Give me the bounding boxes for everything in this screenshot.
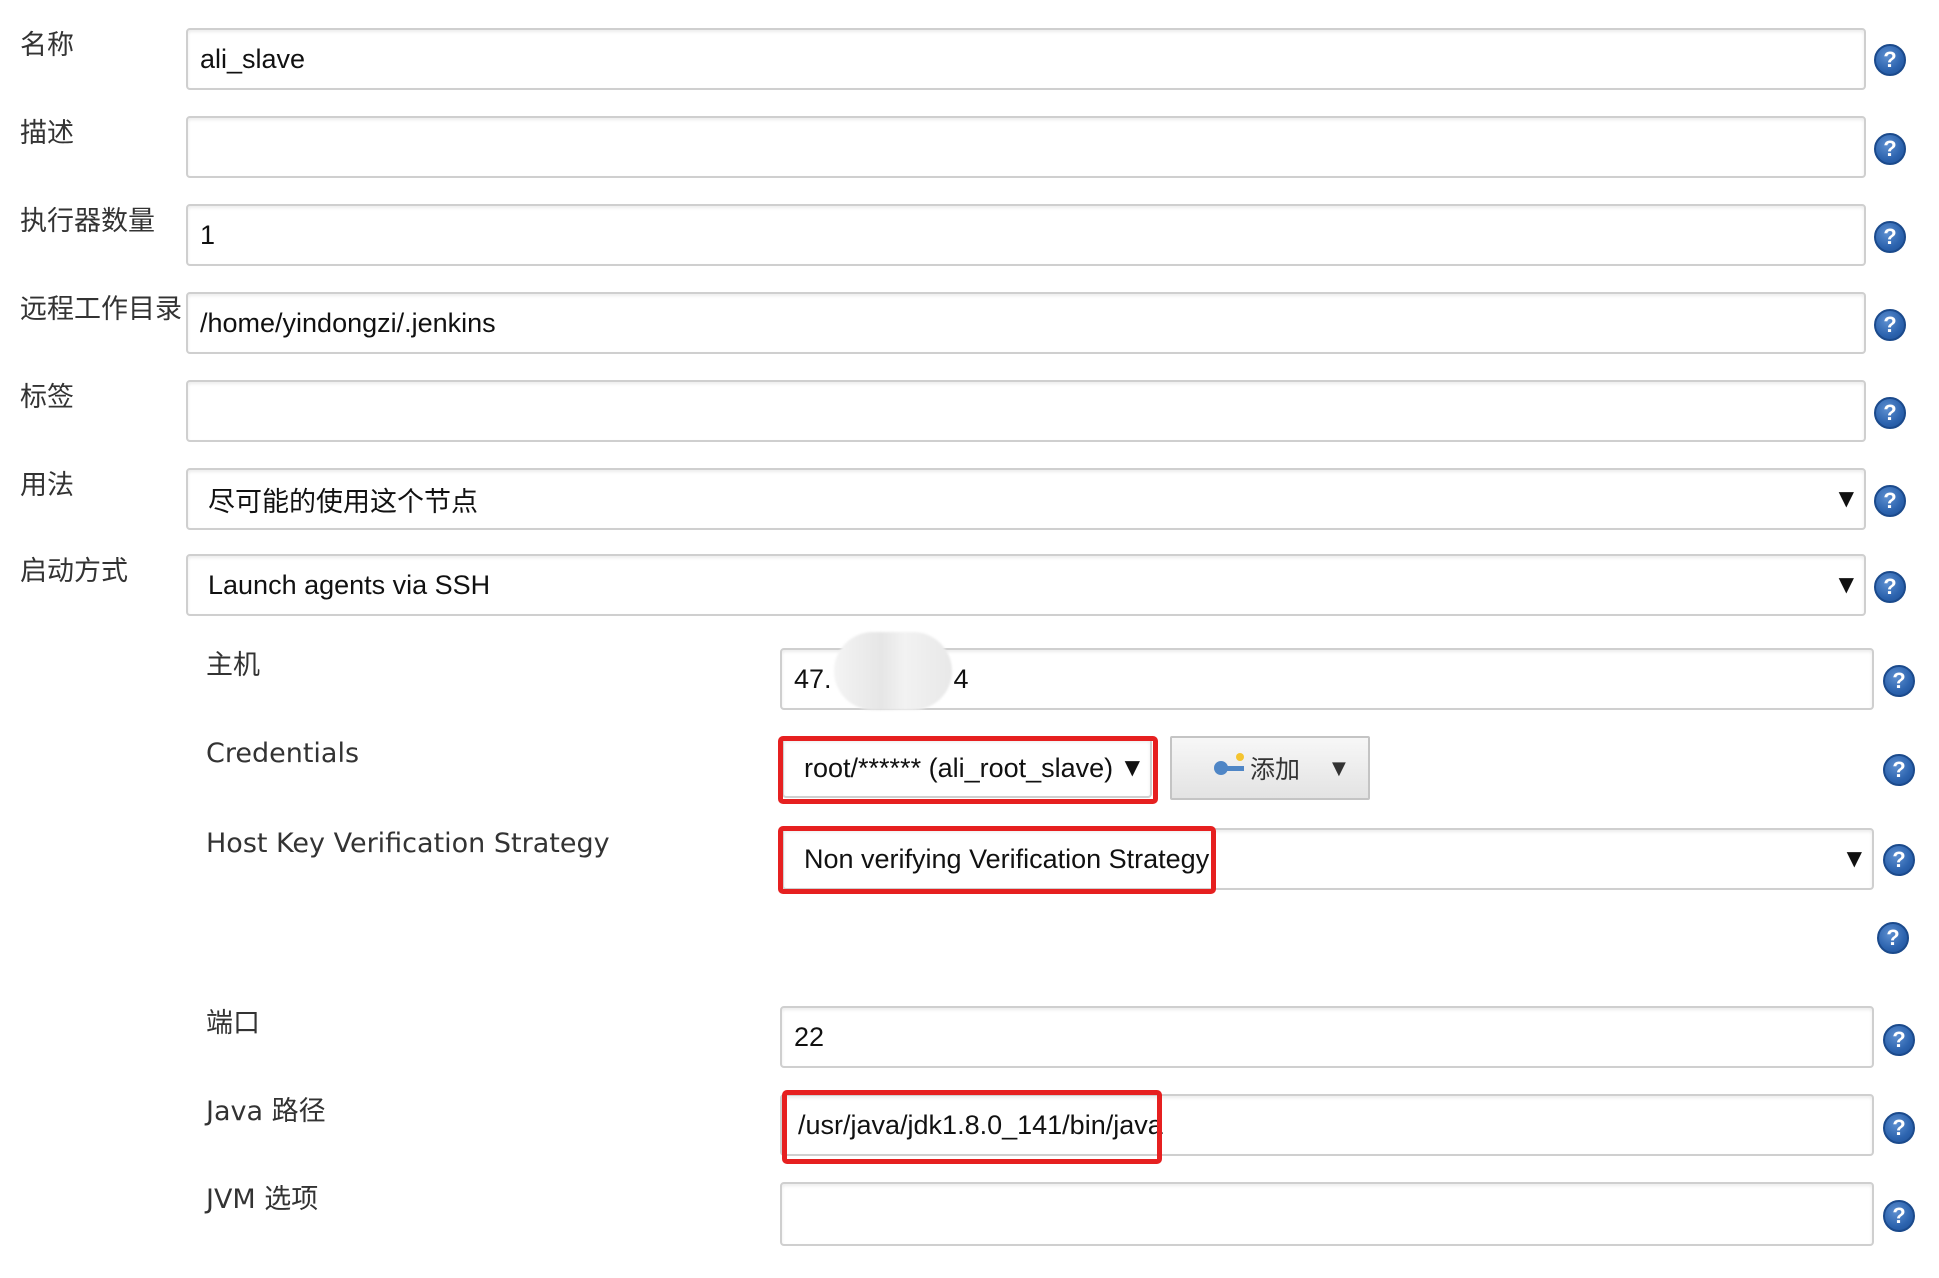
usage-label: 用法 — [20, 470, 74, 501]
help-icon[interactable]: ? — [1874, 485, 1906, 517]
executors-input[interactable]: 1 — [186, 204, 1866, 266]
description-label: 描述 — [20, 118, 74, 149]
dropdown-arrow-icon: ▼ — [1124, 754, 1140, 779]
help-icon[interactable]: ? — [1883, 1024, 1915, 1056]
host-label: 主机 — [206, 650, 260, 681]
usage-select[interactable]: 尽可能的使用这个节点 ▼ — [186, 468, 1866, 530]
add-credential-button[interactable]: 添加 ▼ — [1170, 736, 1370, 800]
launch-method-label: 启动方式 — [20, 556, 128, 587]
help-icon[interactable]: ? — [1874, 397, 1906, 429]
java-path-input[interactable]: /usr/java/jdk1.8.0_141/bin/java — [780, 1094, 1874, 1156]
port-label: 端口 — [206, 1008, 260, 1039]
port-input[interactable]: 22 — [780, 1006, 1874, 1068]
help-icon[interactable]: ? — [1877, 922, 1909, 954]
dropdown-arrow-icon: ▼ — [1838, 485, 1854, 510]
help-icon[interactable]: ? — [1883, 1112, 1915, 1144]
dropdown-arrow-icon: ▼ — [1846, 845, 1862, 870]
remote-dir-label: 远程工作目录 — [20, 294, 182, 325]
help-icon[interactable]: ? — [1883, 844, 1915, 876]
credentials-select[interactable]: root/****** (ali_root_slave) ▼ — [782, 738, 1152, 798]
labels-label: 标签 — [20, 382, 74, 413]
caret-down-icon: ▼ — [1332, 757, 1346, 779]
remote-dir-input[interactable]: /home/yindongzi/.jenkins — [186, 292, 1866, 354]
help-icon[interactable]: ? — [1874, 571, 1906, 603]
host-key-select[interactable]: Non verifying Verification Strategy ▼ — [782, 828, 1874, 890]
description-input[interactable] — [186, 116, 1866, 178]
help-icon[interactable]: ? — [1874, 309, 1906, 341]
help-icon[interactable]: ? — [1874, 133, 1906, 165]
help-icon[interactable]: ? — [1874, 221, 1906, 253]
help-icon[interactable]: ? — [1874, 44, 1906, 76]
host-key-label: Host Key Verification Strategy — [206, 828, 610, 859]
help-icon[interactable]: ? — [1883, 1200, 1915, 1232]
dropdown-arrow-icon: ▼ — [1838, 571, 1854, 596]
name-input[interactable]: ali_slave — [186, 28, 1866, 90]
redaction-blur — [834, 632, 952, 710]
name-label: 名称 — [20, 30, 74, 61]
launch-method-select[interactable]: Launch agents via SSH ▼ — [186, 554, 1866, 616]
help-icon[interactable]: ? — [1883, 665, 1915, 697]
executors-label: 执行器数量 — [20, 206, 155, 237]
help-icon[interactable]: ? — [1883, 754, 1915, 786]
labels-input[interactable] — [186, 380, 1866, 442]
key-icon — [1214, 753, 1244, 775]
jvm-options-input[interactable] — [780, 1182, 1874, 1246]
credentials-label: Credentials — [206, 738, 360, 769]
java-path-label: Java 路径 — [206, 1096, 326, 1127]
jvm-options-label: JVM 选项 — [206, 1184, 319, 1215]
